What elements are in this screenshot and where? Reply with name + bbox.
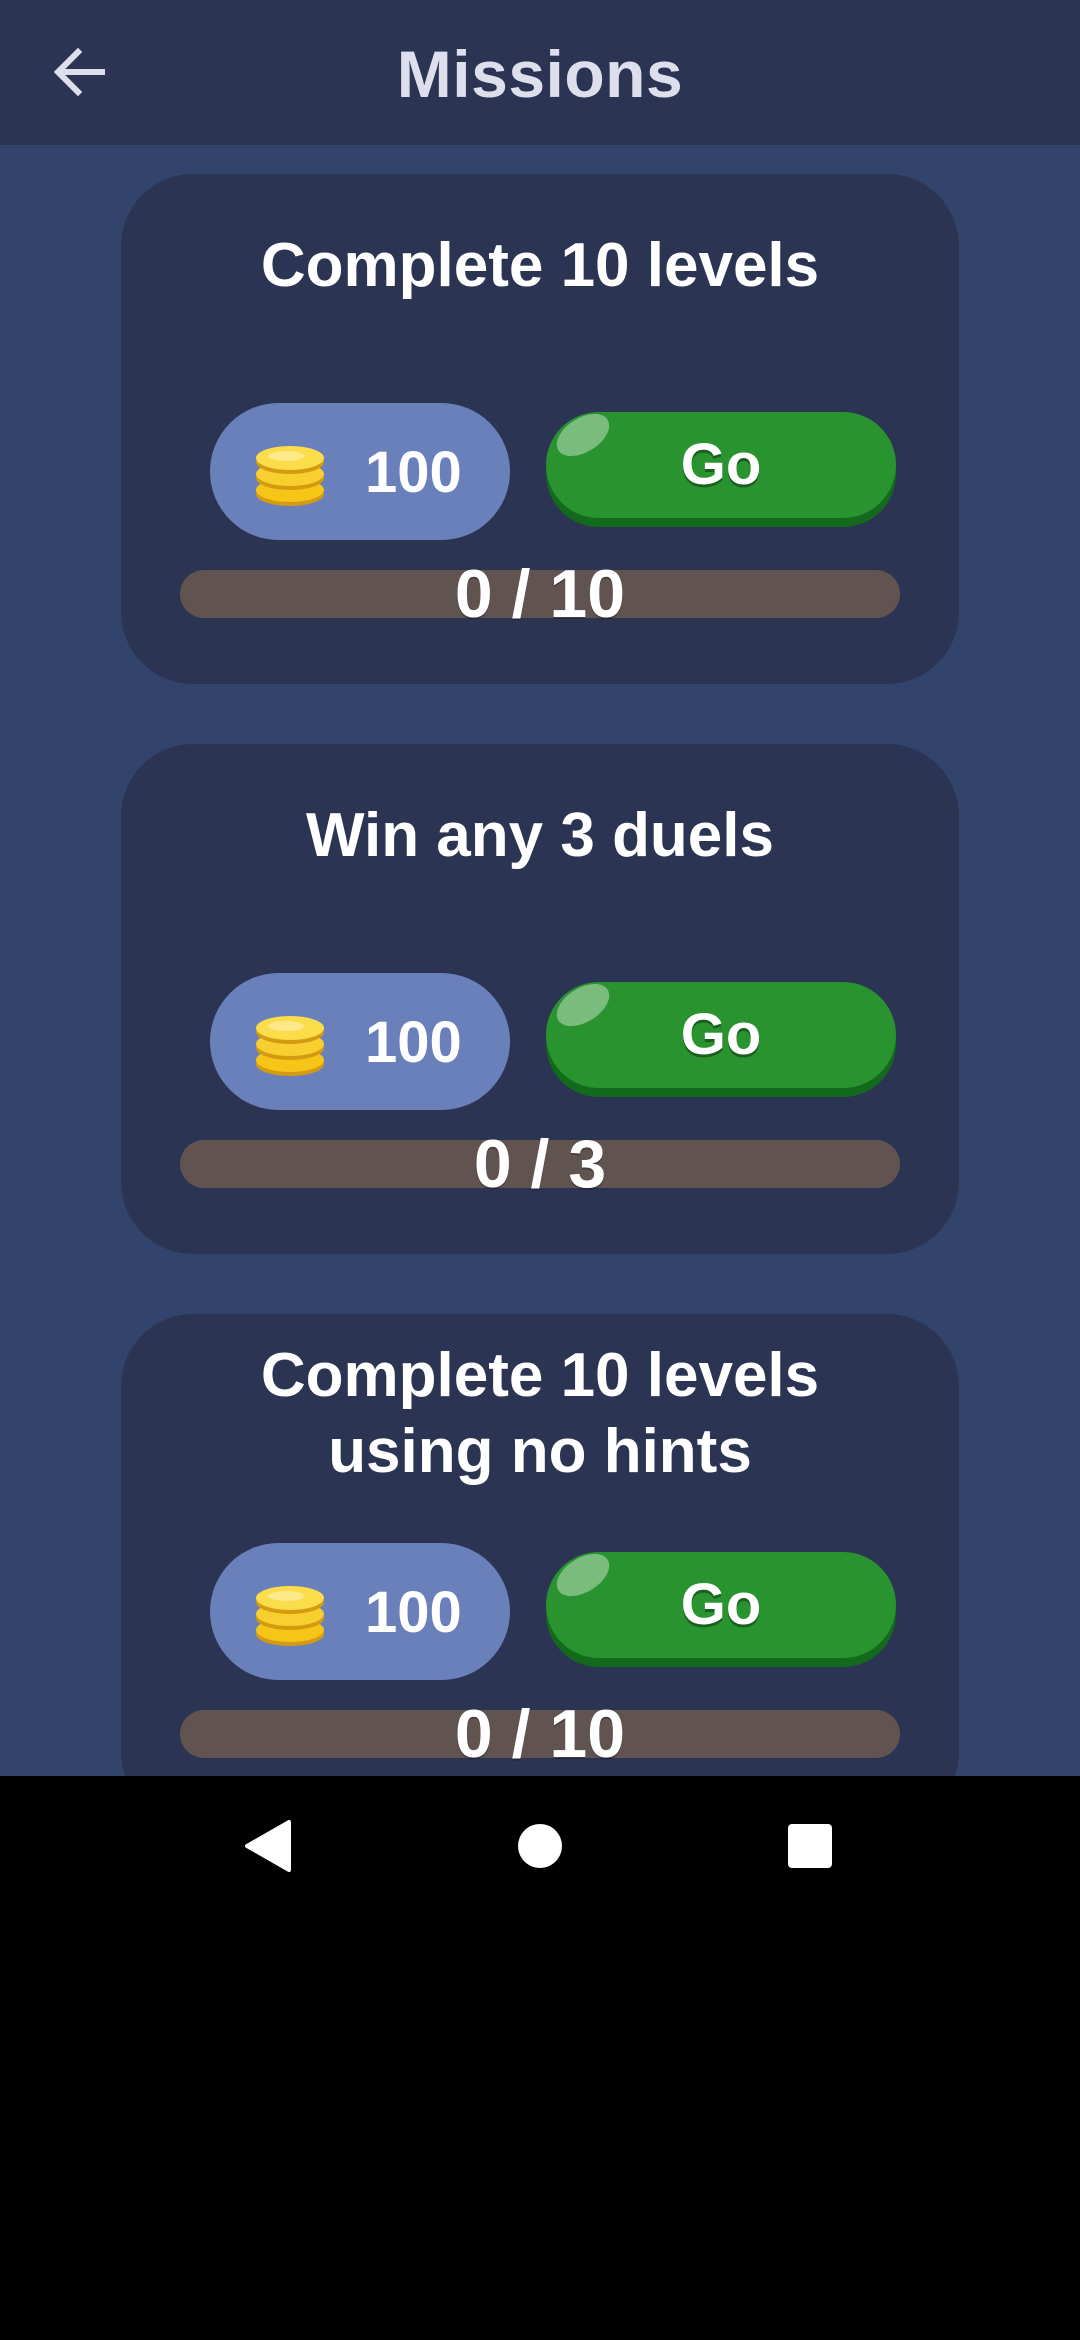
system-back-button[interactable] — [198, 1776, 338, 1916]
progress-text: 0 / 10 — [454, 1696, 626, 1772]
mission-title-line: Complete 10 levels — [260, 231, 820, 300]
missions-screen: Complete 10 levels 100 Go 0 / 10 Win any… — [0, 0, 1080, 1776]
mission-title: Complete 10 levels using no hints — [121, 1338, 959, 1490]
reward-pill: 100 — [210, 973, 510, 1110]
square-recents-icon — [788, 1824, 832, 1868]
go-button[interactable]: Go — [546, 412, 896, 518]
reward-pill: 100 — [210, 403, 510, 540]
mission-title-line: Win any 3 duels — [306, 801, 774, 870]
reward-amount: 100 — [365, 440, 462, 505]
mission-title-line: Complete 10 levels — [260, 1341, 820, 1410]
reward-pill: 100 — [210, 1543, 510, 1680]
system-home-button[interactable] — [470, 1776, 610, 1916]
go-button-label: Go — [680, 1002, 762, 1067]
back-button[interactable] — [38, 30, 122, 114]
app-header: Missions — [0, 0, 1080, 145]
mission-card: Complete 10 levels using no hints 100 Go — [121, 1314, 959, 1776]
mission-title: Complete 10 levels — [121, 228, 959, 304]
page-title: Missions — [396, 37, 684, 111]
coin-stack-icon — [256, 1016, 324, 1076]
missions-list: Complete 10 levels 100 Go 0 / 10 Win any… — [0, 0, 1080, 1776]
triangle-back-icon — [245, 1820, 291, 1872]
mission-card: Win any 3 duels 100 Go 0 / 3 — [121, 744, 959, 1254]
arrow-left-icon — [53, 47, 105, 97]
go-button-label: Go — [680, 1572, 762, 1637]
coin-stack-icon — [256, 1586, 324, 1646]
progress-text: 0 / 3 — [473, 1126, 607, 1202]
reward-amount: 100 — [365, 1010, 462, 1075]
coin-stack-icon — [256, 446, 324, 506]
progress-text: 0 / 10 — [454, 556, 626, 632]
go-button[interactable]: Go — [546, 982, 896, 1088]
go-button[interactable]: Go — [546, 1552, 896, 1658]
system-recents-button[interactable] — [740, 1776, 880, 1916]
reward-amount: 100 — [365, 1580, 462, 1645]
system-navigation-bar — [0, 1776, 1080, 1916]
mission-card: Complete 10 levels 100 Go 0 / 10 — [121, 174, 959, 684]
mission-title-line: using no hints — [328, 1417, 752, 1486]
circle-home-icon — [518, 1824, 562, 1868]
mission-title: Win any 3 duels — [121, 798, 959, 874]
go-button-label: Go — [680, 432, 762, 497]
